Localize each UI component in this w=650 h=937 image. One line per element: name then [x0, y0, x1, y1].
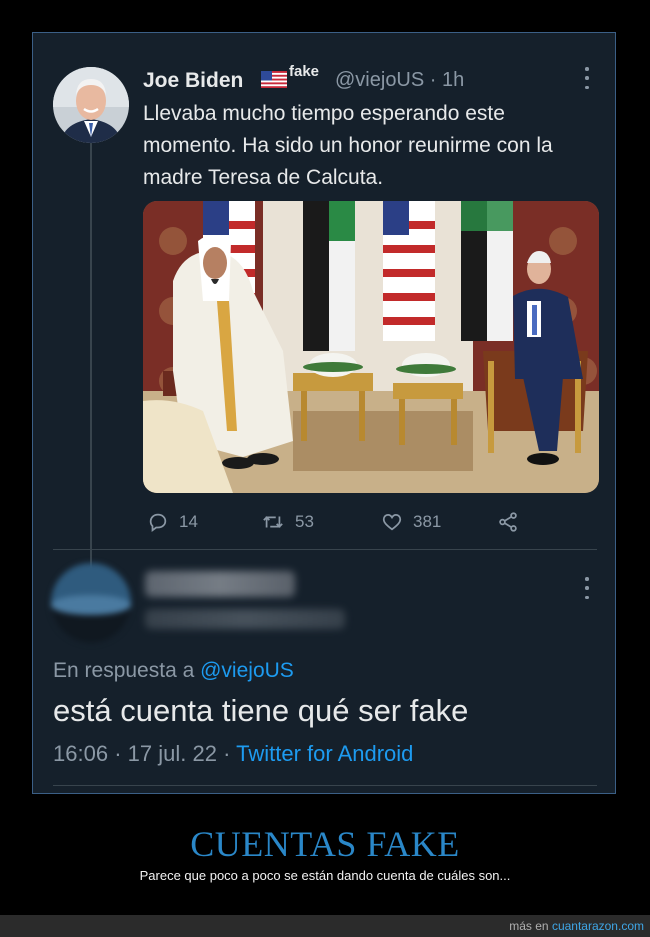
tweet-photo[interactable] — [143, 201, 599, 493]
tweet-time[interactable]: 1h — [442, 69, 464, 91]
reply-date[interactable]: 17 jul. 22 — [128, 741, 217, 766]
footer-bar: más en cuantarazon.com — [0, 915, 650, 937]
meta-separator: · — [223, 741, 231, 766]
tweet-divider — [53, 549, 597, 550]
tweet-text: Llevaba mucho tiempo esperando este mome… — [143, 102, 553, 189]
fake-badge: fake — [289, 63, 320, 80]
footer-site-link[interactable]: cuantarazon.com — [552, 919, 644, 933]
footer-text: más en cuantarazon.com — [509, 919, 644, 933]
share-icon — [499, 512, 517, 532]
like-action[interactable]: 381 — [381, 509, 441, 535]
flag-usa-icon — [261, 71, 287, 93]
share-action[interactable] — [497, 509, 519, 535]
tweet-screenshot-frame: Joe Biden fake @viejoUS · 1h Llevaba muc… — [32, 32, 616, 794]
reply-count: 14 — [179, 512, 198, 531]
reply-icon — [149, 513, 167, 532]
thread-line — [90, 143, 92, 595]
in-reply-to: En respuesta a @viejoUS — [53, 659, 294, 683]
reply-author-name-blurred — [145, 571, 295, 597]
caption-title: CUENTAS FAKE — [190, 824, 460, 864]
more-icon[interactable] — [581, 67, 593, 89]
reply-action[interactable]: 14 — [147, 509, 198, 535]
in-reply-handle-link[interactable]: @viejoUS — [200, 659, 294, 682]
caption-subtitle: Parece que poco a poco se están dando cu… — [139, 868, 511, 883]
reply-divider — [53, 785, 597, 786]
like-icon — [382, 513, 402, 531]
in-reply-prefix: En respuesta a — [53, 659, 195, 682]
author-handle[interactable]: @viejoUS — [335, 69, 424, 91]
footer-prefix: más en — [509, 919, 549, 933]
handle-separator: · — [429, 69, 437, 91]
reply-source-link[interactable]: Twitter for Android — [236, 741, 413, 766]
reply-more-icon[interactable] — [581, 577, 593, 599]
reply-author-handle-blurred — [145, 609, 345, 629]
reply-time[interactable]: 16:06 — [53, 741, 108, 766]
like-count: 381 — [413, 512, 442, 531]
retweet-action[interactable]: 53 — [261, 509, 314, 535]
retweet-icon — [263, 516, 283, 528]
reply-meta: 16:06 · 17 jul. 22 · Twitter for Android — [53, 741, 413, 767]
retweet-count: 53 — [295, 512, 314, 531]
reply-text: está cuenta tiene qué ser fake — [53, 693, 469, 728]
meta-separator: · — [114, 741, 122, 766]
reply-avatar[interactable] — [51, 563, 131, 643]
author-avatar[interactable] — [53, 67, 129, 143]
author-name[interactable]: Joe Biden — [143, 69, 243, 93]
author-handle-line[interactable]: @viejoUS · 1h — [335, 69, 464, 92]
